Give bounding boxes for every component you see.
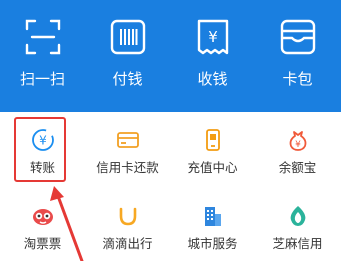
yuebao-button[interactable]: ¥ 余额宝 — [255, 120, 340, 194]
sesame-credit-label: 芝麻信用 — [272, 236, 323, 251]
pay-label: 付钱 — [112, 70, 143, 88]
yuebao-label: 余额宝 — [278, 160, 317, 175]
scan-button[interactable]: 扫一扫 — [0, 0, 85, 112]
taopiaopiao-label: 淘票票 — [23, 236, 62, 251]
sesame-credit-icon — [290, 206, 306, 226]
sesame-credit-button[interactable]: 芝麻信用 — [255, 196, 340, 270]
credit-card-repay-button[interactable]: 信用卡还款 — [85, 120, 170, 194]
didi-label: 滴滴出行 — [102, 236, 153, 251]
barcode-icon — [110, 19, 146, 55]
credit-card-icon — [117, 132, 139, 148]
phone-topup-label: 充值中心 — [187, 160, 238, 175]
credit-card-repay-label: 信用卡还款 — [96, 160, 159, 175]
didi-icon — [119, 207, 137, 226]
receive-money-icon: ¥ — [197, 19, 229, 55]
top-action-bar: 扫一扫 付钱 ¥ 收钱 卡包 — [0, 0, 341, 112]
svg-text:¥: ¥ — [208, 28, 218, 46]
city-service-label: 城市服务 — [187, 236, 238, 251]
city-service-icon — [205, 207, 221, 226]
card-wallet-label: 卡包 — [282, 70, 313, 88]
city-service-button[interactable]: 城市服务 — [170, 196, 255, 270]
card-wallet-icon — [280, 19, 316, 55]
receive-money-label: 收钱 — [197, 70, 228, 88]
highlight-annotation-box — [14, 117, 66, 182]
didi-button[interactable]: 滴滴出行 — [85, 196, 170, 270]
phone-topup-button[interactable]: 充值中心 — [170, 120, 255, 194]
card-wallet-button[interactable]: 卡包 — [255, 0, 340, 112]
scan-icon — [25, 19, 61, 55]
phone-topup-icon — [206, 129, 220, 151]
taopiaopiao-icon — [33, 209, 53, 225]
pay-button[interactable]: 付钱 — [85, 0, 170, 112]
yuebao-icon: ¥ — [289, 131, 307, 151]
svg-text:¥: ¥ — [295, 140, 301, 150]
receive-money-button[interactable]: ¥ 收钱 — [170, 0, 255, 112]
taopiaopiao-button[interactable]: 淘票票 — [0, 196, 85, 270]
scan-label: 扫一扫 — [19, 70, 65, 88]
